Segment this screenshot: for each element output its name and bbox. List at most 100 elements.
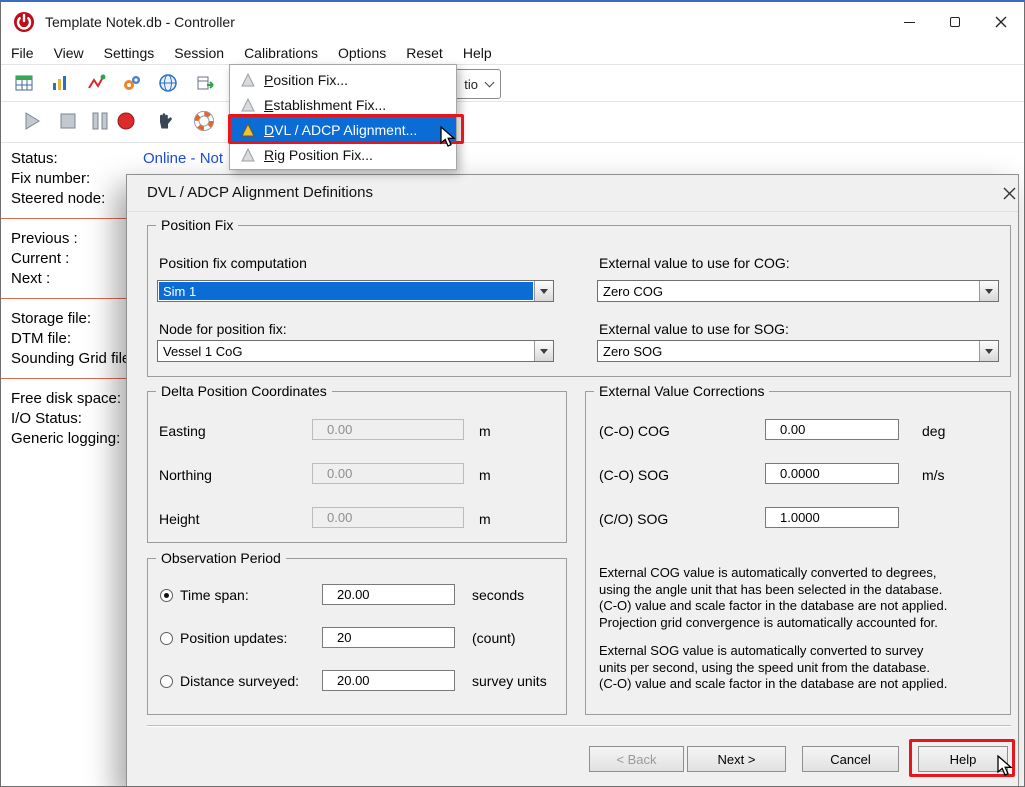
database-table-button[interactable] [9, 68, 39, 98]
node-label: Node for position fix: [159, 321, 287, 337]
menu-help[interactable]: Help [453, 44, 502, 62]
menu-settings[interactable]: Settings [94, 44, 165, 62]
distance-surveyed-unit: survey units [472, 673, 547, 689]
time-span-input[interactable] [322, 584, 455, 605]
minimize-icon [904, 22, 915, 23]
status-label: Storage file: [11, 310, 91, 327]
toolbar-combobox[interactable]: tio [451, 69, 501, 99]
chevron-down-icon [979, 281, 998, 301]
position-updates-label[interactable]: Position updates: [180, 630, 287, 646]
position-fix-computation-select[interactable]: Sim 1 [157, 280, 554, 302]
northing-input [312, 463, 464, 484]
mouse-cursor [996, 755, 1014, 777]
menu-item-label: Position Fix... [264, 72, 348, 88]
pause-icon [89, 110, 111, 132]
combo-value: Zero SOG [598, 341, 979, 361]
status-label: Current : [11, 250, 69, 267]
close-icon [1003, 187, 1016, 200]
dialog-title: DVL / ADCP Alignment Definitions [147, 184, 373, 201]
maximize-button[interactable] [932, 2, 978, 42]
menu-item-position-fix[interactable]: Position Fix... [230, 67, 456, 92]
cancel-button[interactable]: Cancel [802, 746, 899, 772]
scale-sog-input[interactable] [765, 507, 899, 528]
chart-button[interactable] [45, 68, 75, 98]
co-cog-unit: deg [922, 423, 945, 439]
geodesy-button[interactable] [153, 68, 183, 98]
co-sog-input[interactable] [765, 463, 899, 484]
position-updates-radio[interactable] [160, 632, 173, 645]
distance-surveyed-input[interactable] [322, 670, 455, 691]
group-legend: Delta Position Coordinates [156, 383, 332, 399]
menu-options[interactable]: Options [328, 44, 396, 62]
route-button[interactable] [81, 68, 111, 98]
maximize-icon [950, 17, 960, 27]
separator [1, 298, 126, 299]
combo-value: Sim 1 [159, 282, 533, 300]
status-label: Sounding Grid file [11, 350, 130, 367]
close-button[interactable] [978, 2, 1024, 42]
easting-label: Easting [159, 423, 206, 439]
dialog-close-button[interactable] [995, 179, 1023, 207]
settings-gears-button[interactable] [117, 68, 147, 98]
toolbar-combobox-text: tio [464, 77, 478, 92]
table-icon [14, 73, 34, 93]
menu-view[interactable]: View [44, 44, 94, 62]
node-select[interactable]: Vessel 1 CoG [157, 340, 554, 362]
position-updates-input[interactable] [322, 627, 455, 648]
status-label: DTM file: [11, 330, 71, 347]
dvl-adcp-dialog: DVL / ADCP Alignment Definitions Positio… [126, 174, 1019, 787]
cog-source-select[interactable]: Zero COG [597, 280, 999, 302]
distance-surveyed-label[interactable]: Distance surveyed: [180, 673, 299, 689]
co-cog-label: (C-O) COG [599, 423, 670, 439]
co-cog-input[interactable] [765, 419, 899, 440]
status-value: Online - Not [143, 150, 223, 167]
easting-unit: m [479, 423, 491, 439]
play-button[interactable] [17, 106, 47, 136]
back-button: < Back [589, 746, 684, 772]
record-icon [115, 110, 137, 132]
status-label: Steered node: [11, 190, 105, 207]
separator [127, 211, 1018, 212]
record-button[interactable] [111, 106, 141, 136]
route-icon [86, 73, 106, 93]
separator [1, 142, 1024, 143]
menu-session[interactable]: Session [164, 44, 234, 62]
annotation-box-menu [228, 114, 464, 144]
export-button[interactable] [191, 68, 221, 98]
status-label: Previous : [11, 230, 78, 247]
play-icon [21, 110, 43, 132]
time-span-unit: seconds [472, 587, 524, 603]
sog-source-label: External value to use for SOG: [599, 321, 789, 337]
height-label: Height [159, 511, 199, 527]
separator [1, 101, 1024, 102]
stop-button[interactable] [53, 106, 83, 136]
separator [1, 378, 126, 379]
menubar: File View Settings Session Calibrations … [1, 42, 1024, 64]
distance-surveyed-radio[interactable] [160, 675, 173, 688]
manual-fix-button[interactable] [149, 106, 179, 136]
export-icon [196, 73, 216, 93]
hand-icon [153, 110, 175, 132]
menu-reset[interactable]: Reset [396, 44, 453, 62]
computation-label: Position fix computation [159, 255, 307, 271]
sog-source-select[interactable]: Zero SOG [597, 340, 999, 362]
cog-conversion-note: External COG value is automatically conv… [599, 565, 1003, 631]
calibration-fix-icon [240, 97, 256, 113]
globe-icon [158, 73, 178, 93]
menu-item-rig-position-fix[interactable]: Rig Position Fix... [230, 142, 456, 167]
status-label: I/O Status: [11, 410, 82, 427]
cog-source-label: External value to use for COG: [599, 255, 790, 271]
controller-window: Template Notek.db - Controller File View… [0, 0, 1025, 787]
scale-sog-label: (C/O) SOG [599, 511, 668, 527]
group-legend: External Value Corrections [594, 383, 769, 399]
time-span-label[interactable]: Time span: [180, 587, 249, 603]
next-button[interactable]: Next > [687, 746, 786, 772]
menu-calibrations[interactable]: Calibrations [234, 44, 328, 62]
minimize-button[interactable] [886, 2, 932, 42]
time-span-radio[interactable] [160, 589, 173, 602]
status-label: Next : [11, 270, 50, 287]
help-lifebuoy-button[interactable] [189, 106, 219, 136]
chart-icon [50, 73, 70, 93]
chevron-down-icon [534, 341, 553, 361]
menu-file[interactable]: File [1, 44, 44, 62]
